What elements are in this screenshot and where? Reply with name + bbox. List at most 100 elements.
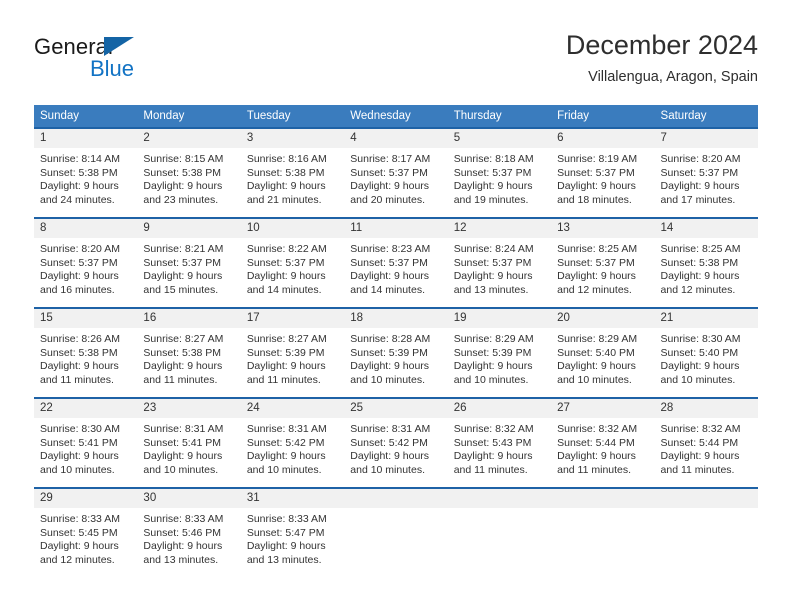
calendar-day-cell[interactable]: 22 Sunrise: 8:30 AM Sunset: 5:41 PM Dayligh…: [34, 398, 138, 488]
day-details: [448, 508, 551, 513]
calendar-day-cell[interactable]: 9 Sunrise: 8:21 AM Sunset: 5:37 PM Daylight…: [137, 218, 241, 308]
calendar-day-cell[interactable]: 21 Sunrise: 8:30 AM Sunset: 5:40 PM Dayligh…: [654, 308, 758, 398]
day-detail-line: Sunset: 5:37 PM: [350, 166, 428, 179]
day-detail-line: Sunset: 5:38 PM: [143, 346, 222, 359]
calendar-day-cell[interactable]: 11 Sunrise: 8:23 AM Sunset: 5:37 PM Dayligh…: [344, 218, 448, 308]
calendar-day-cell[interactable]: 17 Sunrise: 8:27 AM Sunset: 5:39 PM Dayligh…: [240, 308, 345, 398]
day-number: 30: [137, 489, 241, 508]
day-detail-line: Sunset: 5:44 PM: [557, 436, 635, 449]
day-number: 5: [447, 129, 552, 148]
day-detail-line: and 11 minutes.: [660, 463, 735, 476]
calendar-day-cell[interactable]: 1 Sunrise: 8:14 AM Sunset: 5:38 PM Daylight…: [34, 128, 138, 218]
calendar-day-cell[interactable]: 6 Sunrise: 8:19 AM Sunset: 5:37 PM Daylight…: [551, 128, 655, 218]
day-detail-line: and 21 minutes.: [246, 193, 322, 206]
day-detail-line: Daylight: 9 hours: [143, 270, 223, 283]
day-detail-line: and 11 minutes.: [453, 463, 528, 476]
calendar-day-cell[interactable]: 24 Sunrise: 8:31 AM Sunset: 5:42 PM Dayligh…: [240, 398, 345, 488]
day-detail-line: Sunset: 5:37 PM: [40, 256, 118, 269]
day-detail-line: Daylight: 9 hours: [143, 180, 223, 193]
calendar-day-cell[interactable]: 13 Sunrise: 8:25 AM Sunset: 5:37 PM Dayligh…: [551, 218, 655, 308]
day-number: 3: [240, 129, 345, 148]
day-details: Sunrise: 8:30 AM Sunset: 5:41 PM Daylight:…: [34, 418, 137, 477]
day-detail-line: Daylight: 9 hours: [660, 360, 740, 373]
day-detail-line: Sunrise: 8:22 AM: [246, 243, 327, 255]
day-number: 23: [137, 399, 241, 418]
day-detail-line: Sunrise: 8:14 AM: [40, 153, 120, 165]
calendar-day-cell[interactable]: 31 Sunrise: 8:33 AM Sunset: 5:47 PM Dayligh…: [240, 488, 345, 578]
general-blue-logo[interactable]: General Blue: [34, 34, 234, 86]
day-detail-line: and 10 minutes.: [246, 463, 322, 476]
day-detail-line: Sunrise: 8:31 AM: [143, 423, 224, 435]
day-detail-line: Sunset: 5:37 PM: [143, 256, 222, 269]
day-details: [655, 508, 758, 513]
day-detail-line: and 11 minutes.: [143, 373, 218, 386]
calendar-day-cell[interactable]: 28 Sunrise: 8:32 AM Sunset: 5:44 PM Dayligh…: [654, 398, 758, 488]
day-detail-line: and 12 minutes.: [557, 283, 632, 296]
day-details: Sunrise: 8:18 AM Sunset: 5:37 PM Daylight:…: [448, 148, 551, 207]
day-number: 19: [447, 309, 552, 328]
day-detail-line: Daylight: 9 hours: [40, 180, 119, 193]
day-number: [551, 489, 655, 508]
day-detail-line: Daylight: 9 hours: [557, 180, 636, 193]
logo-text-blue: Blue: [90, 56, 135, 81]
day-details: [344, 508, 447, 513]
day-number: 2: [137, 129, 241, 148]
day-detail-line: Sunrise: 8:33 AM: [143, 513, 224, 525]
day-detail-line: Daylight: 9 hours: [246, 270, 326, 283]
weekday-header-friday: Friday: [551, 105, 655, 128]
calendar-day-cell[interactable]: 8 Sunrise: 8:20 AM Sunset: 5:37 PM Daylight…: [34, 218, 138, 308]
calendar-day-cell[interactable]: 14 Sunrise: 8:25 AM Sunset: 5:38 PM Dayligh…: [654, 218, 758, 308]
day-detail-line: Sunrise: 8:23 AM: [350, 243, 431, 255]
calendar-day-cell[interactable]: 25 Sunrise: 8:31 AM Sunset: 5:42 PM Dayligh…: [344, 398, 448, 488]
calendar-day-cell[interactable]: 15 Sunrise: 8:26 AM Sunset: 5:38 PM Dayligh…: [34, 308, 138, 398]
day-detail-line: Sunset: 5:38 PM: [660, 256, 739, 269]
calendar-day-cell[interactable]: 29 Sunrise: 8:33 AM Sunset: 5:45 PM Dayligh…: [34, 488, 138, 578]
day-details: Sunrise: 8:32 AM Sunset: 5:43 PM Daylight:…: [448, 418, 551, 477]
calendar-day-cell[interactable]: 26 Sunrise: 8:32 AM Sunset: 5:43 PM Dayligh…: [447, 398, 552, 488]
calendar-day-cell[interactable]: 27 Sunrise: 8:32 AM Sunset: 5:44 PM Dayligh…: [551, 398, 655, 488]
calendar-day-cell[interactable]: 7 Sunrise: 8:20 AM Sunset: 5:37 PM Daylight…: [654, 128, 758, 218]
day-details: Sunrise: 8:30 AM Sunset: 5:40 PM Daylight:…: [655, 328, 758, 387]
calendar-day-cell[interactable]: 30 Sunrise: 8:33 AM Sunset: 5:46 PM Dayligh…: [137, 488, 241, 578]
day-number: 25: [344, 399, 448, 418]
day-detail-line: and 24 minutes.: [40, 193, 115, 206]
calendar-day-cell[interactable]: 12 Sunrise: 8:24 AM Sunset: 5:37 PM Dayligh…: [447, 218, 552, 308]
day-details: Sunrise: 8:29 AM Sunset: 5:39 PM Daylight:…: [448, 328, 551, 387]
calendar-day-cell[interactable]: 10 Sunrise: 8:22 AM Sunset: 5:37 PM Dayligh…: [240, 218, 345, 308]
day-detail-line: Sunrise: 8:33 AM: [246, 513, 327, 525]
calendar-day-cell[interactable]: 5 Sunrise: 8:18 AM Sunset: 5:37 PM Daylight…: [447, 128, 552, 218]
day-details: Sunrise: 8:29 AM Sunset: 5:40 PM Daylight:…: [551, 328, 654, 387]
day-detail-line: Sunset: 5:37 PM: [350, 256, 428, 269]
weekday-header-sunday: Sunday: [34, 105, 138, 128]
calendar-day-cell[interactable]: 3 Sunrise: 8:16 AM Sunset: 5:38 PM Daylight…: [240, 128, 345, 218]
day-detail-line: and 10 minutes.: [350, 373, 425, 386]
calendar-day-cell[interactable]: 19 Sunrise: 8:29 AM Sunset: 5:39 PM Dayligh…: [447, 308, 552, 398]
day-number: 1: [34, 129, 138, 148]
weekday-header-saturday: Saturday: [654, 105, 758, 128]
calendar-day-cell[interactable]: 2 Sunrise: 8:15 AM Sunset: 5:38 PM Daylight…: [137, 128, 241, 218]
day-detail-line: Sunrise: 8:17 AM: [350, 153, 431, 165]
calendar-day-cell-empty: [344, 488, 448, 578]
calendar-day-cell[interactable]: 20 Sunrise: 8:29 AM Sunset: 5:40 PM Dayligh…: [551, 308, 655, 398]
day-detail-line: Sunset: 5:38 PM: [246, 166, 325, 179]
day-details: Sunrise: 8:31 AM Sunset: 5:42 PM Daylight:…: [344, 418, 447, 477]
calendar-day-cell[interactable]: 23 Sunrise: 8:31 AM Sunset: 5:41 PM Dayligh…: [137, 398, 241, 488]
calendar-day-cell[interactable]: 16 Sunrise: 8:27 AM Sunset: 5:38 PM Dayligh…: [137, 308, 241, 398]
day-detail-line: Sunrise: 8:27 AM: [143, 333, 224, 345]
day-detail-line: and 19 minutes.: [453, 193, 529, 206]
calendar-day-cell[interactable]: 18 Sunrise: 8:28 AM Sunset: 5:39 PM Dayligh…: [344, 308, 448, 398]
day-details: Sunrise: 8:26 AM Sunset: 5:38 PM Daylight:…: [34, 328, 137, 387]
day-detail-line: and 11 minutes.: [40, 373, 114, 386]
day-details: Sunrise: 8:20 AM Sunset: 5:37 PM Daylight:…: [655, 148, 758, 207]
day-detail-line: Sunset: 5:45 PM: [40, 526, 118, 539]
day-number: 17: [240, 309, 345, 328]
day-detail-line: Sunset: 5:38 PM: [143, 166, 222, 179]
day-details: Sunrise: 8:23 AM Sunset: 5:37 PM Daylight:…: [344, 238, 447, 297]
day-detail-line: Daylight: 9 hours: [350, 450, 430, 463]
calendar-day-cell[interactable]: 4 Sunrise: 8:17 AM Sunset: 5:37 PM Daylight…: [344, 128, 448, 218]
day-detail-line: Daylight: 9 hours: [246, 180, 326, 193]
month-calendar: Sunday Monday Tuesday Wednesday Thursday Frid…: [34, 105, 758, 578]
day-details: Sunrise: 8:17 AM Sunset: 5:37 PM Daylight:…: [344, 148, 447, 207]
day-number: 8: [34, 219, 138, 238]
day-detail-line: Daylight: 9 hours: [350, 270, 430, 283]
